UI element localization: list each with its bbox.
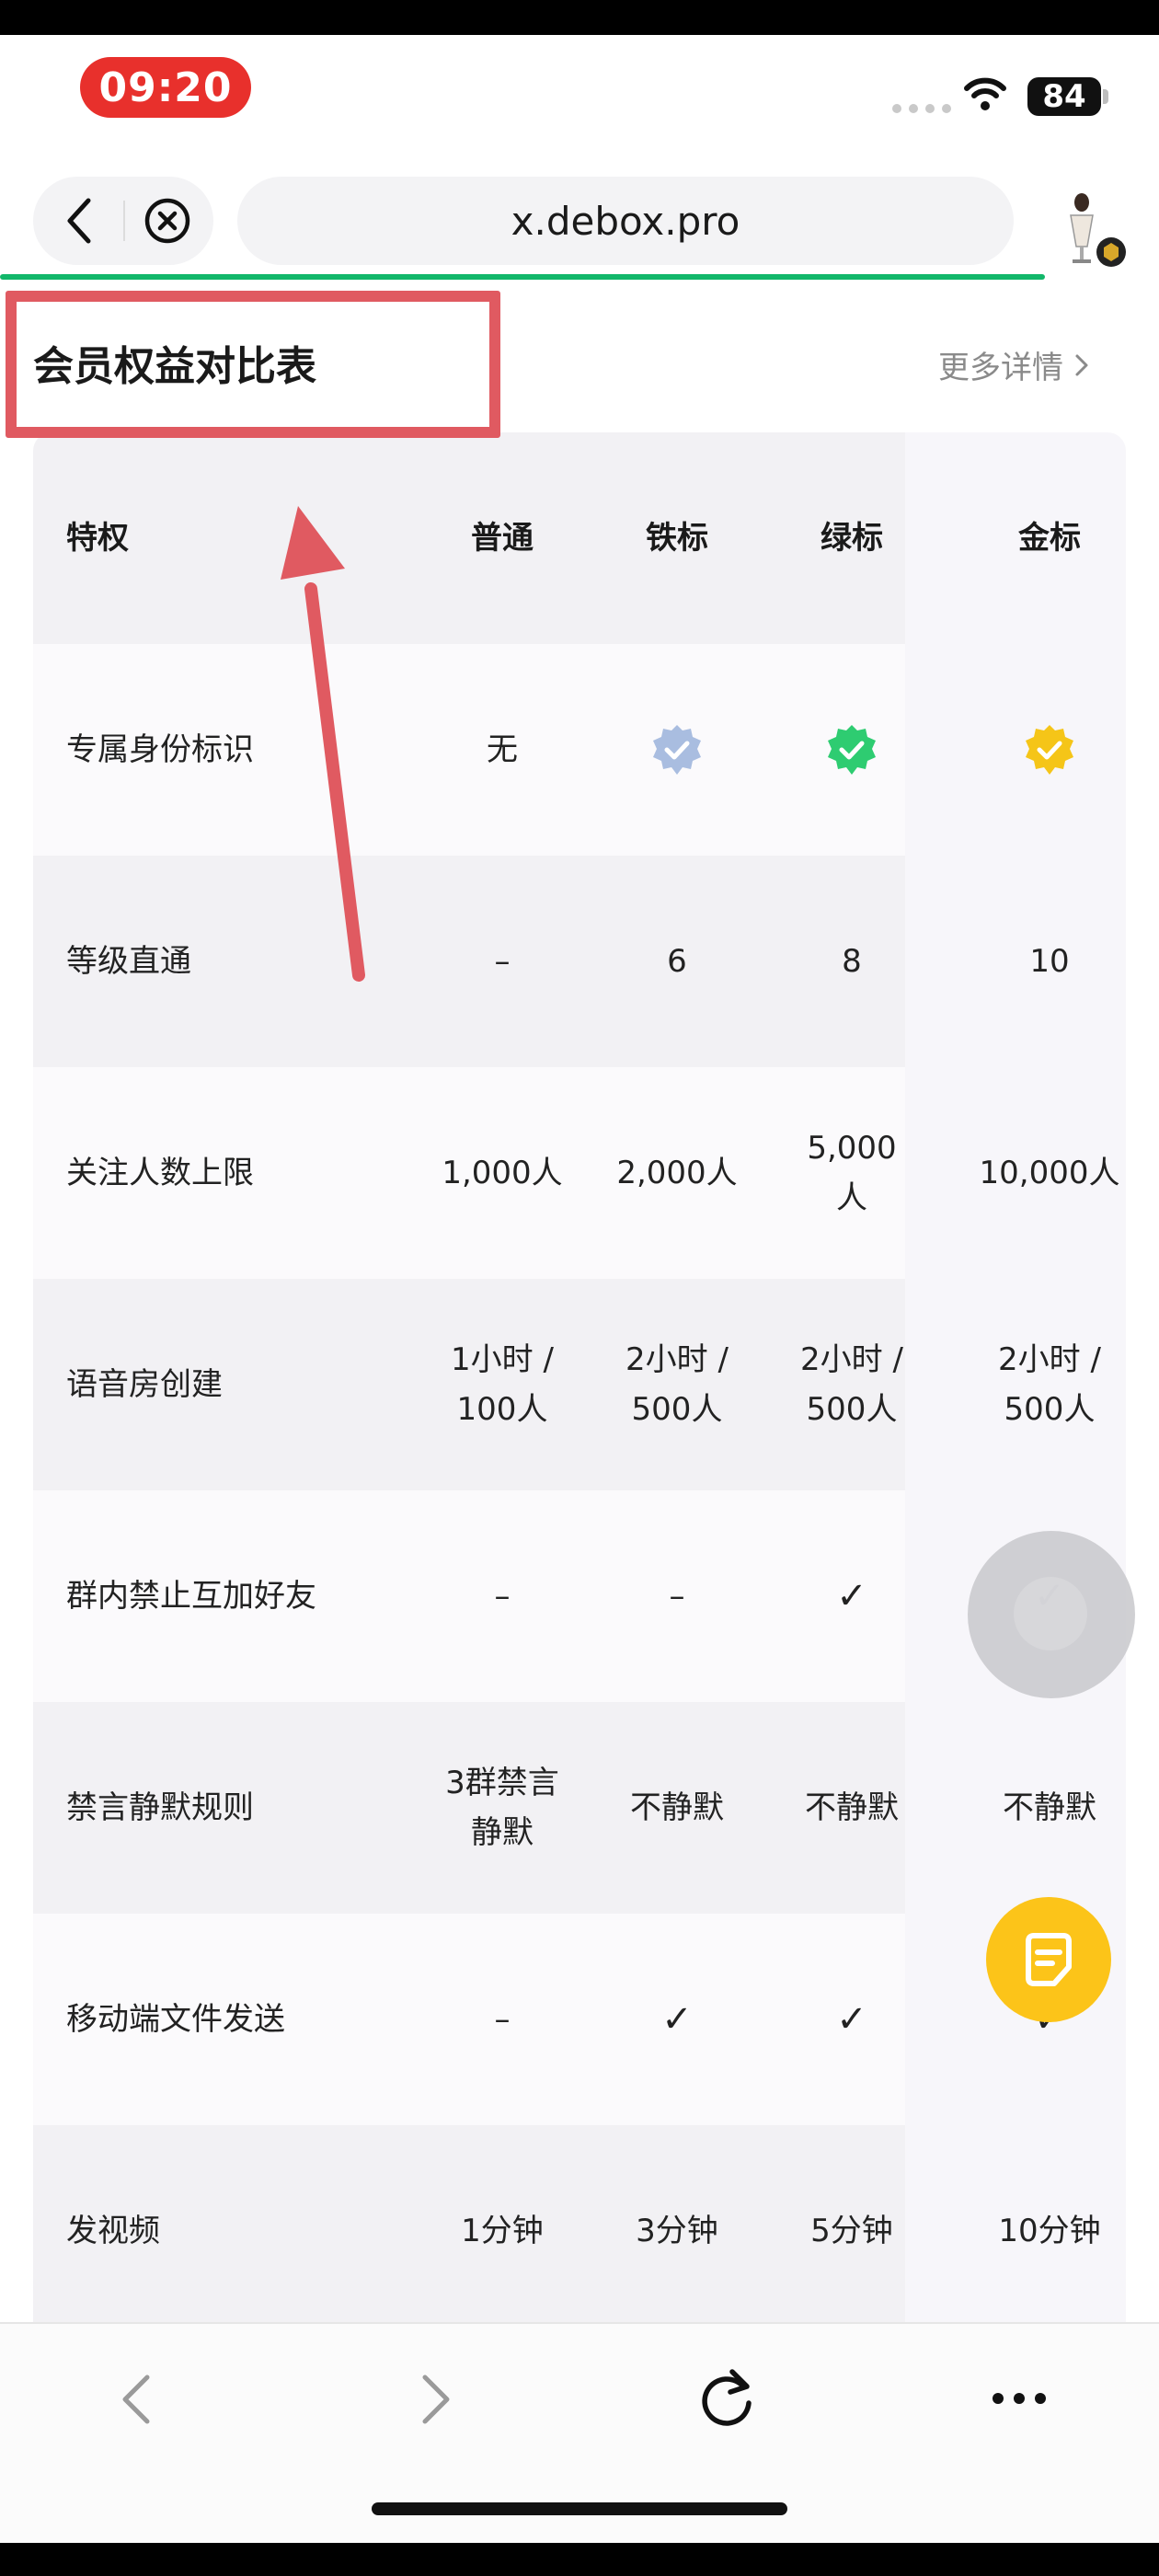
- table-row: 等级直通 – 6 8 10: [33, 856, 1070, 1067]
- more-icon[interactable]: [992, 2392, 1047, 2405]
- header-regular: 普通: [471, 520, 534, 557]
- table-header-row: 特权 普通 铁标 绿标 金标: [33, 432, 1081, 644]
- reload-icon[interactable]: [695, 2366, 760, 2432]
- value-gold: 2小时 / 500人: [998, 1341, 1101, 1428]
- chat-button[interactable]: [986, 1897, 1111, 2022]
- chat-icon: [1026, 1933, 1072, 1986]
- green-badge-icon: [769, 644, 935, 856]
- value-regular: 无: [487, 731, 518, 768]
- annotation-highlight-box: [6, 291, 500, 438]
- battery-icon: 84: [1027, 77, 1101, 116]
- value-gold: 10,000人: [979, 1155, 1120, 1191]
- battery-nub: [1103, 89, 1108, 104]
- forward-arrow-icon[interactable]: [418, 2372, 454, 2427]
- value-regular: 1分钟: [461, 2213, 544, 2249]
- value-iron: 3分钟: [636, 2213, 718, 2249]
- value-green: ✓: [836, 1575, 867, 1617]
- value-iron: 6: [667, 943, 687, 980]
- feature-label: 语音房创建: [66, 1366, 223, 1403]
- more-details-label: 更多详情: [938, 350, 1063, 386]
- header-green: 绿标: [820, 520, 883, 557]
- status-time: 09:20: [80, 57, 251, 118]
- value-iron: 不静默: [630, 1789, 724, 1826]
- value-green: ✓: [836, 1998, 867, 2041]
- table-row: 关注人数上限 1,000人 2,000人 5,000人 10,000人: [33, 1067, 1119, 1279]
- value-green: 5,000人: [807, 1130, 897, 1216]
- benefits-comparison-table: 特权 普通 铁标 绿标 金标 专属身份标识 无 等级直通 – 6 8 10 关注…: [33, 432, 1126, 2322]
- value-iron: 2小时 / 500人: [625, 1341, 729, 1428]
- home-indicator[interactable]: [372, 2502, 787, 2515]
- table-row: 专属身份标识 无: [33, 644, 1073, 856]
- feature-label: 移动端文件发送: [66, 2001, 285, 2038]
- table-row: 移动端文件发送 – ✓ ✓ ✓: [33, 1914, 1065, 2125]
- url-bar[interactable]: x.debox.pro: [237, 177, 1014, 265]
- touch-indicator-core: [1014, 1577, 1087, 1650]
- value-green: 5分钟: [810, 2213, 893, 2249]
- value-regular: 1小时 / 100人: [451, 1341, 554, 1428]
- value-regular: –: [494, 2001, 511, 2038]
- feature-label: 发视频: [66, 2213, 160, 2249]
- gold-badge-icon: [935, 644, 1126, 856]
- value-iron: ✓: [661, 1998, 693, 2041]
- value-green: 不静默: [805, 1789, 899, 1826]
- value-regular: –: [494, 1578, 511, 1615]
- iron-badge-icon: [594, 644, 760, 856]
- table-row: 群内禁止互加好友 – – ✓ ✓: [33, 1490, 1065, 1702]
- value-gold: 不静默: [1003, 1789, 1096, 1826]
- more-details-link[interactable]: 更多详情: [938, 342, 1089, 387]
- header-iron: 铁标: [646, 520, 708, 557]
- feature-label: 禁言静默规则: [66, 1789, 254, 1826]
- value-iron: –: [669, 1578, 685, 1615]
- value-green: 2小时 / 500人: [800, 1341, 903, 1428]
- value-gold: 10: [1029, 943, 1070, 980]
- annotation-arrow-icon: [281, 506, 365, 982]
- wifi-icon: [964, 77, 1006, 110]
- screen-top-edge: [0, 0, 1159, 35]
- chevron-right-icon: [1075, 354, 1088, 375]
- header-gold: 金标: [1018, 520, 1081, 557]
- value-green: 8: [842, 943, 862, 980]
- table-row: 发视频 1分钟 3分钟 5分钟 10分钟: [33, 2125, 1101, 2322]
- screen-bottom-edge: [0, 2541, 1159, 2576]
- value-regular: 3群禁言静默: [445, 1765, 559, 1851]
- value-iron: 2,000人: [616, 1155, 738, 1191]
- signal-dots-icon: [892, 104, 951, 113]
- nav-divider: [123, 201, 125, 241]
- value-regular: 1,000人: [442, 1155, 563, 1191]
- feature-label: 关注人数上限: [66, 1155, 254, 1191]
- page-load-progress: [0, 274, 1045, 280]
- value-gold: 10分钟: [998, 2213, 1101, 2249]
- table-row: 语音房创建 1小时 / 100人 2小时 / 500人 2小时 / 500人 2…: [33, 1279, 1101, 1490]
- back-arrow-icon[interactable]: [118, 2372, 155, 2427]
- profile-icon[interactable]: [1049, 182, 1133, 274]
- feature-label: 群内禁止互加好友: [66, 1578, 316, 1615]
- back-icon[interactable]: [57, 195, 103, 247]
- table-row: 禁言静默规则 3群禁言静默 不静默 不静默 不静默: [33, 1702, 1096, 1914]
- value-regular: –: [494, 943, 511, 980]
- close-icon[interactable]: [143, 197, 191, 245]
